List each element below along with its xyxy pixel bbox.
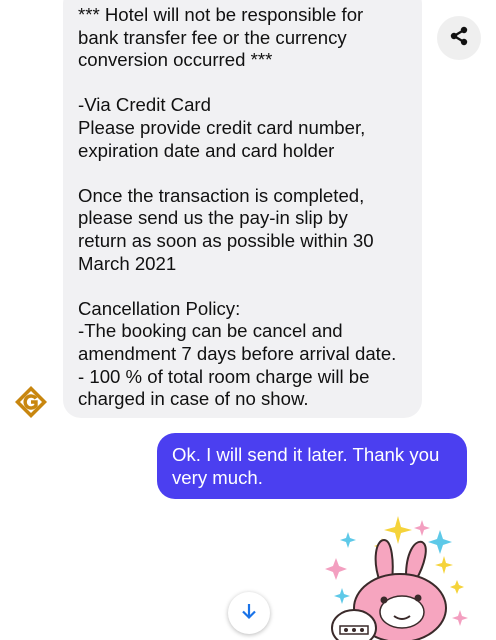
outgoing-message-bubble[interactable]: Ok. I will send it later. Thank you very… [157,433,467,499]
message-paragraph: Cancellation Policy: -The booking can be… [78,297,397,410]
bunny-sticker[interactable] [322,510,472,640]
hotel-logo-icon[interactable] [14,385,48,419]
scroll-to-bottom-button[interactable] [228,592,270,634]
message-paragraph: *** Hotel will not be responsible for ba… [78,4,364,71]
message-paragraph: -Via Credit Card Please provide credit c… [78,94,366,161]
share-button[interactable] [437,16,481,60]
message-paragraph: Once the transaction is completed, pleas… [78,184,374,274]
arrow-down-icon [240,602,258,625]
share-icon [449,26,469,51]
incoming-message-bubble[interactable]: *** Hotel will not be responsible for ba… [63,0,422,418]
chat-screen: *** Hotel will not be responsible for ba… [0,0,496,640]
outgoing-message-text: Ok. I will send it later. Thank you very… [172,444,440,488]
